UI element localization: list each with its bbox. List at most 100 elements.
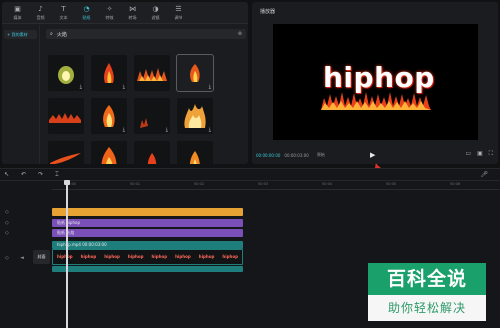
- search-input[interactable]: ⌕ 火焰 ⊗: [46, 29, 246, 39]
- sidebar-item-my-assets[interactable]: + 我的素材: [4, 30, 37, 39]
- film-frame: hiphop: [175, 254, 191, 259]
- sticker-tile[interactable]: [134, 141, 170, 164]
- sticker-tile-selected[interactable]: ⤓: [176, 54, 214, 92]
- fire-sticker-icon: [184, 104, 206, 128]
- toolbar-tab-adjust[interactable]: ☰ 调节: [167, 6, 190, 21]
- media-icon: ▣: [14, 5, 21, 13]
- toolbar-tab-sticker[interactable]: ◔ 贴纸: [75, 6, 98, 21]
- fire-sticker-icon: [50, 153, 81, 164]
- toolbar-tab-transition[interactable]: ⋈ 转场: [121, 6, 144, 21]
- sticker-tile[interactable]: ⤓: [177, 98, 213, 134]
- player-right-icons: ▭ ▣ ⛶: [465, 150, 493, 158]
- lock-icon[interactable]: ◇: [5, 255, 9, 261]
- sticker-tile[interactable]: [48, 141, 84, 164]
- audio-mute-icon[interactable]: ◄: [20, 255, 24, 261]
- sticker-tile[interactable]: [134, 55, 170, 91]
- track-video-header[interactable]: hiphop.mp4 00:00:03:00: [52, 241, 243, 249]
- download-icon[interactable]: ⤓: [123, 127, 125, 133]
- cover-button[interactable]: 封面: [33, 250, 50, 264]
- clear-search-icon[interactable]: ⊗: [238, 31, 242, 37]
- watermark-title: 百科全说: [368, 263, 486, 295]
- sticker-tile[interactable]: ⤓: [134, 98, 170, 134]
- lock-icon[interactable]: ◇: [5, 220, 9, 226]
- timeline-toolbar: ↖ ↶ ↷ ⌶: [0, 169, 500, 181]
- top-toolbar: ▣ 媒体 ♪ 音频 T 文本 ◔ 贴纸 ✧ 特效 ⋈ 转场 ◑ 滤镜 ☰ 调节: [2, 2, 248, 24]
- toolbar-tab-text[interactable]: T 文本: [52, 6, 75, 21]
- film-frame: hiphop: [57, 254, 73, 259]
- sticker-tile[interactable]: [48, 98, 84, 134]
- fire-sticker-icon: [49, 113, 81, 123]
- track-video-frames[interactable]: hiphop hiphop hiphop hiphop hiphop hiphop hiph…: [52, 249, 243, 265]
- filter-icon: ◑: [152, 5, 159, 13]
- lock-icon[interactable]: ◇: [5, 209, 9, 215]
- film-frame: hiphop: [198, 254, 215, 259]
- track-audio[interactable]: [52, 266, 243, 272]
- aspect-ratio-icon[interactable]: ▣: [477, 150, 483, 158]
- split-icon[interactable]: ⌶: [55, 171, 59, 179]
- toolbar-tab-label: 文本: [59, 15, 68, 20]
- toolbar-tab-label: 媒体: [13, 15, 22, 20]
- play-button[interactable]: ▶: [370, 151, 375, 159]
- download-icon[interactable]: ⤓: [166, 127, 168, 133]
- duration: 00:00:03:00: [284, 152, 309, 158]
- audio-icon: ♪: [38, 5, 43, 13]
- toolbar-tab-label: 滤镜: [151, 15, 160, 20]
- toolbar-tab-label: 贴纸: [82, 15, 91, 20]
- current-time: 00:00:00:00: [256, 152, 281, 158]
- preview-screen[interactable]: hiphop: [273, 24, 478, 140]
- media-panel: ▣ 媒体 ♪ 音频 T 文本 ◔ 贴纸 ✧ 特效 ⋈ 转场 ◑ 滤镜 ☰ 调节 + 我的素材 ⌕ 火焰 ⊗ ⤓…: [2, 2, 248, 164]
- fire-sticker-icon: [101, 147, 117, 164]
- undo-icon[interactable]: ↶: [21, 171, 26, 178]
- select-tool-icon[interactable]: ↖: [4, 171, 9, 178]
- toolbar-tab-label: 调节: [174, 15, 183, 20]
- fire-sticker-icon: [137, 68, 167, 81]
- sticker-tile[interactable]: ⤓: [48, 55, 84, 91]
- effects-icon: ✧: [106, 5, 113, 13]
- download-icon[interactable]: ⤓: [209, 84, 211, 90]
- film-frame: hiphop: [151, 254, 168, 259]
- ruler-tick-label: 00:02: [194, 182, 205, 186]
- ratio-select[interactable]: 原始: [317, 152, 325, 158]
- sticker-tile[interactable]: ⤓: [91, 98, 127, 134]
- fire-sticker-icon: [104, 63, 114, 83]
- redo-icon[interactable]: ↷: [38, 171, 43, 178]
- fullscreen-icon[interactable]: ⛶: [489, 150, 493, 158]
- ruler-tick-label: 00:05: [386, 182, 397, 186]
- transition-icon: ⋈: [129, 5, 136, 13]
- playhead[interactable]: [66, 181, 68, 328]
- fire-sticker-icon: [58, 66, 74, 84]
- fire-sticker-icon: [140, 118, 148, 128]
- lock-icon[interactable]: ◇: [5, 230, 9, 236]
- sticker-tile[interactable]: [177, 141, 213, 164]
- sidebar: + 我的素材: [2, 25, 40, 164]
- adjust-icon: ☰: [175, 5, 182, 13]
- toolbar-tab-media[interactable]: ▣ 媒体: [6, 6, 29, 21]
- track-clip-orange[interactable]: [52, 208, 243, 216]
- download-icon[interactable]: ⤓: [209, 127, 211, 133]
- fire-sticker-icon: [190, 64, 200, 82]
- download-icon[interactable]: ⤓: [123, 84, 125, 90]
- film-frame: hiphop: [104, 254, 120, 259]
- download-icon[interactable]: ⤓: [80, 84, 82, 90]
- subtitle-icon[interactable]: ▭: [465, 150, 471, 158]
- toolbar-tab-filter[interactable]: ◑ 滤镜: [144, 6, 167, 21]
- ruler-tick-label: 00:04: [322, 182, 333, 186]
- watermark-subtitle: 助你轻松解决: [368, 295, 486, 321]
- toolbar-tab-label: 转场: [128, 15, 137, 20]
- toolbar-tab-audio[interactable]: ♪ 音频: [29, 6, 52, 21]
- flame-overlay-icon: [321, 92, 431, 110]
- toolbar-tab-effects[interactable]: ✧ 特效: [98, 6, 121, 21]
- sticker-icon: ◔: [83, 5, 90, 13]
- sticker-tile[interactable]: ⤓: [91, 55, 127, 91]
- fire-sticker-icon: [103, 105, 115, 127]
- film-frame: hiphop: [127, 254, 144, 259]
- toolbar-tab-label: 音频: [36, 15, 45, 20]
- track-sticker-fire[interactable]: 贴纸 火焰: [52, 229, 243, 237]
- sticker-tile[interactable]: [91, 141, 127, 164]
- track-sticker-hiphop[interactable]: 贴纸 hiphop: [52, 219, 243, 227]
- timeline-ruler[interactable]: 00:00 00:01 00:02 00:03 00:04 00:05 00:06: [52, 181, 500, 190]
- ruler-tick-label: 00:01: [130, 182, 141, 186]
- search-icon: ⌕: [50, 31, 53, 37]
- player-title: 播放器: [260, 9, 276, 15]
- microphone-icon[interactable]: 🎤︎: [480, 171, 488, 178]
